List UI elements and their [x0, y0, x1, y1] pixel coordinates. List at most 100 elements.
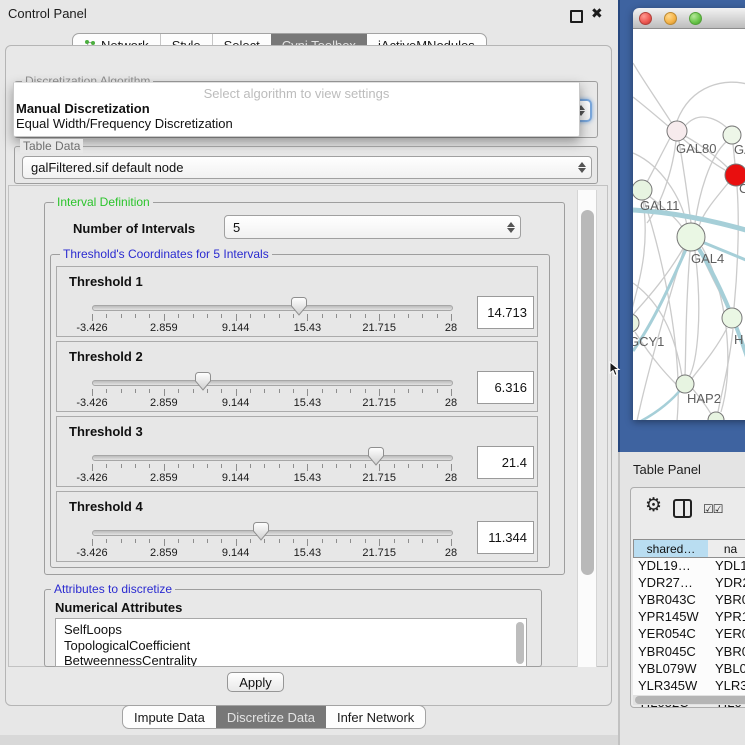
attribute-item-topologicalcoefficient[interactable]: TopologicalCoefficient	[64, 638, 190, 653]
slider-tick	[394, 464, 395, 468]
numerical-attributes-label: Numerical Attributes	[55, 600, 182, 615]
combo-stepper-icon[interactable]	[578, 157, 586, 178]
threshold-slider-track[interactable]	[92, 455, 453, 461]
network-node-label: GAL4	[691, 251, 724, 266]
tab-discretize-data[interactable]: Discretize Data	[216, 706, 326, 728]
slider-tick	[135, 464, 136, 468]
threshold-slider-thumb[interactable]	[368, 447, 384, 471]
slider-tick-label: 28	[445, 472, 457, 484]
close-panel-icon[interactable]: ✖	[591, 5, 603, 22]
attributes-group-label: Attributes to discretize	[51, 582, 175, 596]
column-checkbox-icons[interactable]: ☑☑	[703, 502, 723, 516]
slider-tick	[106, 539, 107, 543]
float-panel-icon[interactable]	[570, 10, 583, 23]
table-settings-gear-icon[interactable]: ⚙	[645, 494, 662, 517]
apply-button[interactable]: Apply	[227, 672, 284, 692]
panel-scrollbar[interactable]	[577, 190, 597, 667]
table-row[interactable]: YBR043CYBR0	[633, 592, 745, 609]
algorithm-option-manual-discretization[interactable]: Manual Discretization	[16, 101, 150, 116]
table-row[interactable]: YER054CYER0	[633, 626, 745, 643]
slider-tick	[365, 314, 366, 318]
threshold-slider-thumb[interactable]	[291, 297, 307, 321]
algorithm-option-equal-width-frequency[interactable]: Equal Width/Frequency Discretization	[16, 116, 233, 131]
combo-stepper-icon[interactable]	[507, 216, 515, 238]
tab-impute-data[interactable]: Impute Data	[123, 706, 216, 728]
slider-tick	[178, 539, 179, 543]
slider-tick	[193, 464, 194, 468]
threshold-slider-track[interactable]	[92, 305, 453, 311]
slider-tick-label: 21.715	[362, 472, 396, 484]
slider-tick-label: 21.715	[362, 547, 396, 559]
attribute-item-betweennesscentrality[interactable]: BetweennessCentrality	[64, 653, 197, 667]
slider-tick	[437, 314, 438, 318]
slider-tick	[307, 464, 308, 471]
cell-shared-name: YBL079W	[638, 661, 697, 676]
network-node-gal80[interactable]	[667, 121, 687, 141]
threshold-value-field[interactable]: 14.713	[477, 296, 534, 329]
table-header-shared-name[interactable]: shared…	[633, 539, 709, 558]
slider-tick	[207, 539, 208, 543]
tab-infer-network[interactable]: Infer Network	[326, 706, 425, 728]
slider-tick	[92, 389, 93, 396]
close-window-button[interactable]	[639, 12, 652, 25]
algorithm-placeholder-option[interactable]: Select algorithm to view settings	[14, 86, 579, 101]
numerical-attributes-list[interactable]: SelfLoopsTopologicalCoefficientBetweenne…	[55, 618, 527, 667]
table-rows-area: YDL19…YDL1YDR27…YDR2YBR043CYBR0YPR145WYP…	[633, 558, 745, 697]
network-node-h[interactable]	[722, 308, 742, 328]
slider-tick	[293, 389, 294, 393]
slider-tick	[350, 539, 351, 543]
network-edge	[734, 186, 738, 308]
list-scrollbar-thumb[interactable]	[516, 622, 524, 664]
slider-tick-label: 15.43	[294, 397, 322, 409]
threshold-value-field[interactable]: 6.316	[477, 371, 534, 404]
threshold-slider-thumb[interactable]	[195, 372, 211, 396]
table-row[interactable]: YDL19…YDL1	[633, 558, 745, 575]
network-node-gal4[interactable]	[677, 223, 705, 251]
slider-tick	[250, 389, 251, 393]
slider-tick-label: -3.426	[76, 547, 107, 559]
slider-tick	[221, 314, 222, 318]
slider-tick	[135, 539, 136, 543]
network-node-label: HAP2	[687, 391, 721, 406]
slider-tick	[307, 314, 308, 321]
network-window-titlebar[interactable]	[633, 8, 745, 29]
threshold-label: Threshold 3	[69, 424, 143, 439]
threshold-slider-track[interactable]	[92, 530, 453, 536]
attribute-item-selfloops[interactable]: SelfLoops	[64, 622, 122, 637]
panel-scrollbar-thumb[interactable]	[581, 210, 594, 575]
threshold-slider-thumb[interactable]	[253, 522, 269, 546]
slider-tick	[106, 314, 107, 318]
slider-tick	[336, 314, 337, 318]
cell-shared-name: YER054C	[638, 626, 696, 641]
table-horizontal-scrollbar[interactable]	[633, 695, 745, 705]
cyni-mode-tab-bar: Impute DataDiscretize DataInfer Network	[122, 705, 426, 729]
table-row[interactable]: YDR27…YDR2	[633, 575, 745, 592]
slider-tick	[193, 314, 194, 318]
table-header-name[interactable]: na	[708, 539, 745, 558]
network-edge	[647, 138, 670, 182]
table-row[interactable]: YPR145WYPR1	[633, 609, 745, 626]
slider-tick	[264, 389, 265, 393]
cell-name: YBL0	[715, 661, 745, 676]
table-scrollbar-thumb[interactable]	[635, 696, 745, 704]
slider-tick	[164, 389, 165, 396]
number-of-intervals-combobox[interactable]: 5	[224, 215, 521, 239]
split-table-icon[interactable]	[673, 499, 692, 518]
threshold-slider-track[interactable]	[92, 380, 453, 386]
network-node-gcy1[interactable]	[633, 314, 639, 332]
table-data-combobox[interactable]: galFiltered.sif default node	[22, 156, 592, 179]
zoom-window-button[interactable]	[689, 12, 702, 25]
network-node-gal11[interactable]	[633, 180, 652, 200]
table-row[interactable]: YBL079W YBL0	[633, 661, 745, 678]
table-row[interactable]: YBR045CYBR0	[633, 644, 745, 661]
thresholds-coordinates-label: Threshold's Coordinates for 5 Intervals	[60, 247, 272, 261]
threshold-value-field[interactable]: 11.344	[477, 521, 534, 554]
minimize-window-button[interactable]	[664, 12, 677, 25]
threshold-value-field[interactable]: 21.4	[477, 446, 534, 479]
network-canvas[interactable]: GAL80GACGAL11GAL4GCY1HHAP2	[633, 29, 745, 420]
table-row[interactable]: YLR345WYLR3	[633, 678, 745, 695]
slider-tick	[221, 389, 222, 393]
number-of-intervals-value: 5	[233, 220, 240, 235]
slider-tick	[121, 464, 122, 468]
slider-tick	[394, 314, 395, 318]
